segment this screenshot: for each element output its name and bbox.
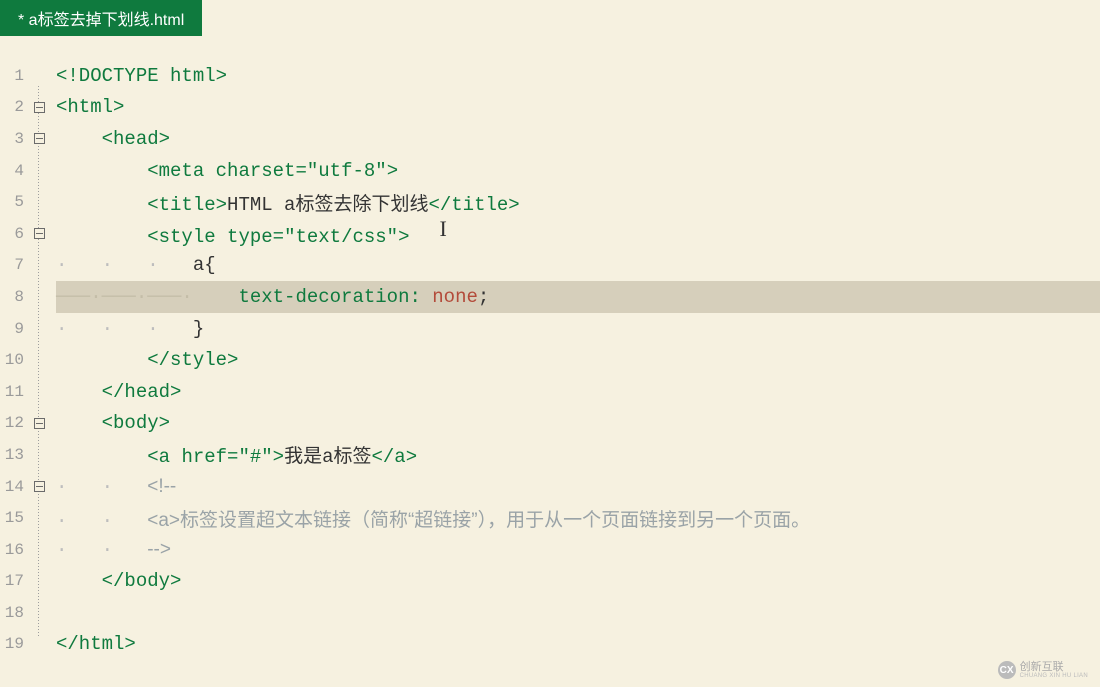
- line-number: 2: [0, 98, 28, 116]
- code-content[interactable]: · · · }: [50, 318, 204, 340]
- fold-toggle-icon[interactable]: [34, 228, 45, 239]
- code-content[interactable]: </body>: [50, 570, 181, 592]
- code-line[interactable]: 13 <a href="#">我是a标签</a>: [0, 439, 1100, 471]
- watermark-icon: CX: [998, 661, 1016, 679]
- fold-gutter[interactable]: [28, 133, 50, 144]
- line-number: 16: [0, 541, 28, 559]
- code-line[interactable]: 18: [0, 597, 1100, 629]
- line-number: 14: [0, 478, 28, 496]
- code-line[interactable]: 14 · · <!--: [0, 471, 1100, 503]
- line-number: 6: [0, 225, 28, 243]
- line-number: 8: [0, 288, 28, 306]
- code-line[interactable]: 16 · · -->: [0, 534, 1100, 566]
- code-content[interactable]: <body>: [50, 412, 170, 434]
- fold-gutter[interactable]: [28, 228, 50, 239]
- line-number: 7: [0, 256, 28, 274]
- code-line[interactable]: 7 · · · a{: [0, 250, 1100, 282]
- watermark-text: 创新互联: [1020, 662, 1088, 673]
- fold-toggle-icon[interactable]: [34, 418, 45, 429]
- line-number: 9: [0, 320, 28, 338]
- code-content[interactable]: </style>: [50, 349, 238, 371]
- line-number: 10: [0, 351, 28, 369]
- fold-gutter[interactable]: [28, 481, 50, 492]
- code-line[interactable]: 6 <style type="text/css">: [0, 218, 1100, 250]
- line-number: 11: [0, 383, 28, 401]
- line-number: 4: [0, 162, 28, 180]
- code-line[interactable]: 1 <!DOCTYPE html>: [0, 60, 1100, 92]
- code-line[interactable]: 19 </html>: [0, 629, 1100, 661]
- code-line[interactable]: 4 <meta charset="utf-8">: [0, 155, 1100, 187]
- line-number: 12: [0, 414, 28, 432]
- line-number: 15: [0, 509, 28, 527]
- line-number: 13: [0, 446, 28, 464]
- code-content[interactable]: <style type="text/css">: [50, 220, 411, 248]
- code-content[interactable]: ───·───·───· text-decoration: none;: [50, 286, 489, 308]
- fold-gutter[interactable]: [28, 102, 50, 113]
- code-content[interactable]: <html>: [50, 96, 124, 118]
- tab-bar: * a标签去掉下划线.html: [0, 0, 1100, 36]
- code-content[interactable]: <head>: [50, 128, 170, 150]
- code-content[interactable]: </head>: [50, 381, 181, 403]
- line-number: 17: [0, 572, 28, 590]
- code-line[interactable]: 8 ───·───·───· text-decoration: none;: [0, 281, 1100, 313]
- text-cursor: [410, 220, 411, 242]
- line-number: 5: [0, 193, 28, 211]
- code-content[interactable]: · · <!--: [50, 476, 176, 498]
- code-content[interactable]: <a href="#">我是a标签</a>: [50, 441, 417, 468]
- code-line[interactable]: 17 </body>: [0, 566, 1100, 598]
- fold-gutter[interactable]: [28, 418, 50, 429]
- line-number: 3: [0, 130, 28, 148]
- code-line[interactable]: 10 </style>: [0, 344, 1100, 376]
- code-line[interactable]: 9 · · · }: [0, 313, 1100, 345]
- file-tab[interactable]: * a标签去掉下划线.html: [0, 0, 202, 36]
- line-number: 19: [0, 635, 28, 653]
- code-content[interactable]: <!DOCTYPE html>: [50, 65, 227, 87]
- code-editor[interactable]: 1<!DOCTYPE html>2<html>3 <head>4 <meta c…: [0, 36, 1100, 660]
- code-content[interactable]: · · <a>标签设置超文本链接（简称“超链接”），用于从一个页面链接到另一个页…: [50, 505, 810, 532]
- code-content[interactable]: · · -->: [50, 539, 171, 561]
- code-line[interactable]: 5 <title>HTML a标签去除下划线</title>: [0, 186, 1100, 218]
- code-line[interactable]: 11 </head>: [0, 376, 1100, 408]
- fold-toggle-icon[interactable]: [34, 102, 45, 113]
- code-content[interactable]: · · · a{: [50, 254, 216, 276]
- watermark: CX 创新互联 CHUANG XIN HU LIAN: [998, 661, 1088, 679]
- line-number: 18: [0, 604, 28, 622]
- fold-toggle-icon[interactable]: [34, 133, 45, 144]
- code-content[interactable]: </html>: [50, 633, 136, 655]
- code-content[interactable]: <meta charset="utf-8">: [50, 160, 398, 182]
- code-line[interactable]: 3 <head>: [0, 123, 1100, 155]
- code-line[interactable]: 15 · · <a>标签设置超文本链接（简称“超链接”），用于从一个页面链接到另一…: [0, 502, 1100, 534]
- watermark-sub: CHUANG XIN HU LIAN: [1020, 673, 1088, 679]
- code-line[interactable]: 2 <html>: [0, 92, 1100, 124]
- fold-toggle-icon[interactable]: [34, 481, 45, 492]
- code-line[interactable]: 12 <body>: [0, 408, 1100, 440]
- code-content[interactable]: <title>HTML a标签去除下划线</title>: [50, 189, 520, 216]
- line-number: 1: [0, 67, 28, 85]
